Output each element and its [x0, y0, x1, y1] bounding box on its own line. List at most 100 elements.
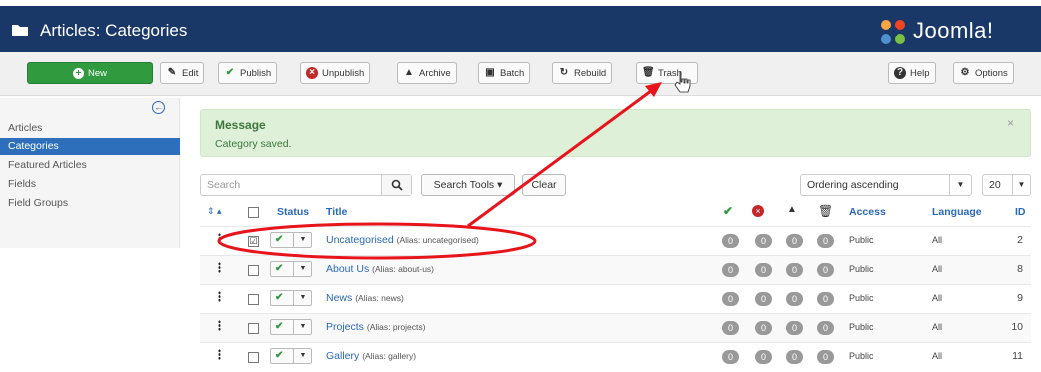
- rebuild-button[interactable]: ↻ Rebuild: [552, 62, 613, 84]
- access-header[interactable]: Access: [849, 206, 886, 218]
- sidebar-toggle-icon[interactable]: ←: [152, 101, 165, 114]
- access-value: Public: [849, 293, 874, 303]
- status-header[interactable]: Status: [277, 206, 309, 218]
- count-badge: 0: [722, 321, 739, 335]
- clear-button[interactable]: Clear: [522, 174, 566, 196]
- language-header[interactable]: Language: [932, 206, 982, 218]
- category-title[interactable]: Gallery (Alias: gallery): [326, 350, 416, 362]
- language-value: All: [932, 293, 943, 303]
- alias-text: (Alias: uncategorised): [396, 235, 479, 245]
- id-header[interactable]: ID: [1015, 206, 1026, 218]
- new-button[interactable]: + New: [27, 62, 153, 84]
- trashed-icon: 🗑: [818, 204, 834, 218]
- id-value: 8: [1017, 263, 1023, 275]
- row-checkbox[interactable]: [248, 323, 259, 334]
- caret-down-icon[interactable]: ▼: [293, 233, 312, 247]
- publish-label: Publish: [240, 67, 272, 79]
- drag-handle-icon[interactable]: [218, 233, 221, 244]
- count-badge: 0: [817, 321, 834, 335]
- options-button[interactable]: ⚙ Options: [953, 62, 1014, 84]
- trash-icon: 🗑: [642, 67, 655, 78]
- row-checkbox[interactable]: [248, 352, 259, 363]
- table-row[interactable]: ✔ ▼ About Us (Alias: about-us) 0 0 0 0 Pu…: [200, 255, 1031, 284]
- check-icon: ✔: [225, 67, 235, 78]
- title-link[interactable]: Uncategorised: [326, 234, 394, 246]
- count-badge: 0: [722, 292, 739, 306]
- count-badge: 0: [722, 234, 739, 248]
- batch-icon: ▣: [485, 67, 495, 78]
- select-all-checkbox[interactable]: [248, 207, 259, 218]
- status-toggle[interactable]: ✔ ▼: [270, 261, 312, 277]
- chevron-down-icon: ▼: [1012, 175, 1030, 195]
- count-badge: 0: [817, 263, 834, 277]
- check-icon: ✔: [275, 350, 284, 361]
- count-badge: 0: [817, 292, 834, 306]
- sidebar-item-featured-articles[interactable]: Featured Articles: [8, 159, 87, 171]
- count-badge: 0: [722, 350, 739, 364]
- drag-handle-icon[interactable]: [218, 262, 221, 273]
- unpublish-button[interactable]: × Unpublish: [300, 62, 371, 84]
- rebuild-label: Rebuild: [574, 67, 607, 79]
- close-icon[interactable]: ×: [1007, 116, 1014, 130]
- caret-down-icon[interactable]: ▼: [293, 291, 312, 305]
- joomla-logo-icon: [881, 20, 905, 44]
- category-title[interactable]: Uncategorised (Alias: uncategorised): [326, 234, 479, 246]
- status-toggle[interactable]: ✔ ▼: [270, 232, 312, 248]
- limit-select[interactable]: 20 ▼: [982, 174, 1031, 196]
- count-badge: 0: [786, 350, 803, 364]
- status-toggle[interactable]: ✔ ▼: [270, 348, 312, 364]
- edit-label: Edit: [182, 67, 199, 79]
- sidebar-item-fields[interactable]: Fields: [8, 178, 36, 190]
- archive-button[interactable]: ▲ Archive: [397, 62, 457, 84]
- sidebar-item-categories[interactable]: Categories: [0, 138, 180, 155]
- status-toggle[interactable]: ✔ ▼: [270, 319, 312, 335]
- folder-icon: [12, 25, 28, 36]
- drag-handle-icon[interactable]: [218, 291, 221, 302]
- table-row[interactable]: ✔ ▼ Projects (Alias: projects) 0 0 0 0 Pu…: [200, 313, 1031, 342]
- row-checkbox[interactable]: ☑: [248, 236, 259, 247]
- row-checkbox[interactable]: [248, 265, 259, 276]
- check-icon: ✔: [275, 321, 284, 332]
- title-link[interactable]: Projects: [326, 321, 364, 333]
- search-placeholder: Search: [207, 179, 241, 191]
- caret-down-icon[interactable]: ▼: [293, 349, 312, 363]
- title-link[interactable]: News: [326, 292, 352, 304]
- search-button[interactable]: [381, 175, 411, 195]
- batch-button[interactable]: ▣ Batch: [478, 62, 531, 84]
- caret-down-icon[interactable]: ▼: [293, 262, 312, 276]
- search-tools-button[interactable]: Search Tools ▾: [421, 174, 515, 196]
- table-row[interactable]: ✔ ▼ Gallery (Alias: gallery) 0 0 0 0 Publ…: [200, 342, 1031, 372]
- brand-logo[interactable]: Joomla!: [877, 16, 1027, 48]
- search-input[interactable]: Search: [200, 174, 412, 196]
- caret-down-icon[interactable]: ▼: [293, 320, 312, 334]
- count-badge: 0: [755, 263, 772, 277]
- language-value: All: [932, 264, 943, 274]
- category-title[interactable]: News (Alias: news): [326, 292, 404, 304]
- header-bar: Articles: Categories Joomla!: [0, 0, 1041, 52]
- row-checkbox[interactable]: [248, 294, 259, 305]
- title-header[interactable]: Title: [326, 206, 347, 218]
- drag-handle-icon[interactable]: [218, 320, 221, 331]
- category-title[interactable]: Projects (Alias: projects): [326, 321, 425, 333]
- edit-icon: ✎: [167, 67, 177, 78]
- ordering-select[interactable]: Ordering ascending ▼: [800, 174, 972, 196]
- sidebar-item-field-groups[interactable]: Field Groups: [8, 197, 68, 209]
- status-toggle[interactable]: ✔ ▼: [270, 290, 312, 306]
- options-label: Options: [975, 67, 1008, 79]
- publish-button[interactable]: ✔ Publish: [218, 62, 278, 84]
- table-row[interactable]: ✔ ▼ News (Alias: news) 0 0 0 0 Public All…: [200, 284, 1031, 313]
- edit-button[interactable]: ✎ Edit: [160, 62, 205, 84]
- table-row[interactable]: ☑ ✔ ▼ Uncategorised (Alias: uncategorised…: [200, 226, 1031, 255]
- drag-handle-icon[interactable]: [218, 349, 221, 360]
- title-link[interactable]: Gallery: [326, 350, 359, 362]
- success-message: Message Category saved. ×: [200, 109, 1031, 157]
- sidebar-item-articles[interactable]: Articles: [8, 122, 42, 134]
- sort-icon[interactable]: ⇕ ▴: [207, 206, 222, 217]
- access-value: Public: [849, 351, 874, 361]
- title-link[interactable]: About Us: [326, 263, 369, 275]
- help-button[interactable]: ? Help: [888, 62, 936, 84]
- published-icon: ✔: [723, 204, 734, 218]
- trash-button[interactable]: 🗑 Trash: [636, 62, 698, 84]
- sidebar: ← Articles Categories Featured Articles …: [0, 98, 180, 248]
- category-title[interactable]: About Us (Alias: about-us): [326, 263, 434, 275]
